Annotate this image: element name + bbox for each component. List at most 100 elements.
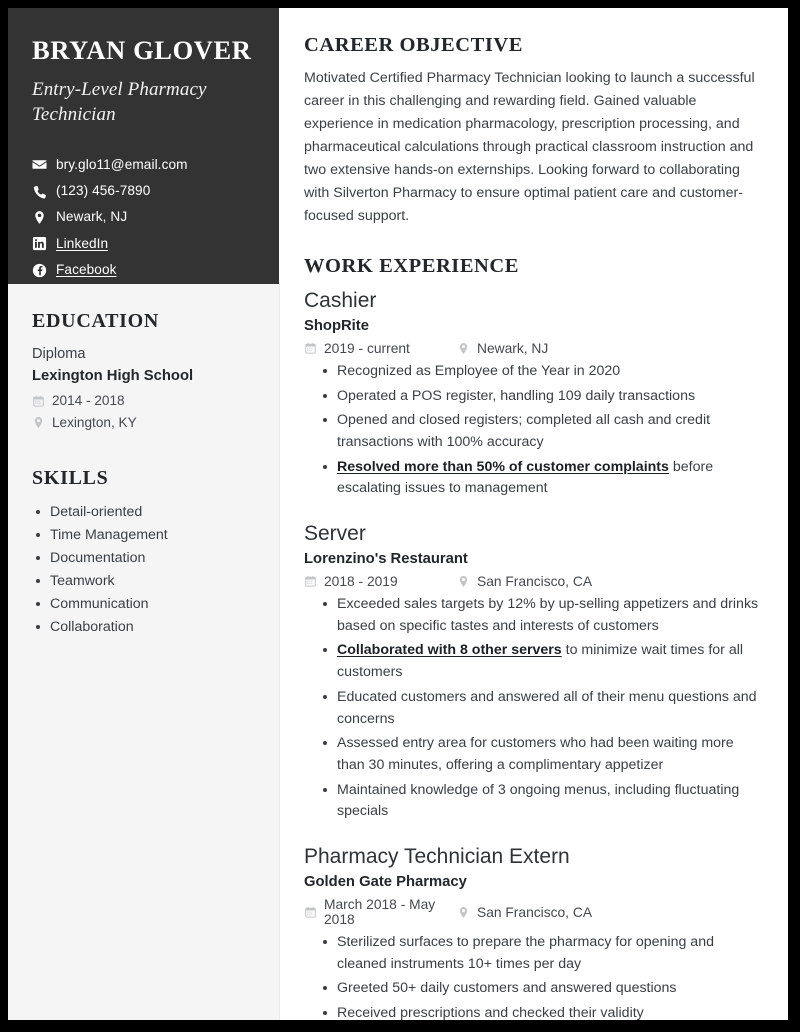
education-degree: Diploma <box>32 346 86 362</box>
education-dates: 2014 - 2018 <box>52 393 125 409</box>
job-meta: March 2018 - May 2018 San Francisco, CA <box>304 897 762 927</box>
contact-item-phone[interactable]: (123) 456-7890 <box>32 182 255 200</box>
skill-item: Detail-oriented <box>32 501 255 524</box>
sidebar-header: BRYAN GLOVER Entry-Level Pharmacy Techni… <box>8 8 279 284</box>
bullet-text: Recognized as Employee of the Year in 20… <box>337 362 621 379</box>
contact-item-linkedin[interactable]: LinkedIn <box>32 235 255 253</box>
bullet-text: Educated customers and answered all of t… <box>337 688 757 727</box>
calendar-icon <box>304 575 317 588</box>
phone-icon <box>32 184 47 199</box>
contact-list: bry.glo11@email.com (123) 456-7890 Newar… <box>32 156 255 280</box>
job-entry: Cashier ShopRite 2019 - current Newark, NJ R… <box>304 288 762 500</box>
contact-email-text: bry.glo11@email.com <box>56 156 188 172</box>
bullet-text: Operated a POS register, handling 109 da… <box>337 387 696 404</box>
job-dates: 2018 - 2019 <box>324 574 398 589</box>
skill-item: Teamwork <box>32 570 255 593</box>
job-dates: March 2018 - May 2018 <box>324 897 436 928</box>
bullet-text: Sterilized surfaces to prepare the pharm… <box>337 934 714 972</box>
skills-list: Detail-oriented Time Management Documentat… <box>32 501 255 639</box>
job-location: Newark, NJ <box>477 340 549 356</box>
bullet-text: Opened and closed registers; completed a… <box>337 412 711 450</box>
job-bullet: Educated customers and answered all of t… <box>304 687 762 730</box>
job-entry: Server Lorenzino's Restaurant 2018 - 2019 S… <box>304 521 762 823</box>
page-canvas: BRYAN GLOVER Entry-Level Pharmacy Techni… <box>0 0 800 1032</box>
job-bullet: Sterilized surfaces to prepare the pharm… <box>304 932 762 975</box>
resume-document: BRYAN GLOVER Entry-Level Pharmacy Techni… <box>8 8 788 1020</box>
location-pin-icon <box>457 906 470 919</box>
job-bullet: Exceeded sales targets by 12% by up-sell… <box>304 594 762 637</box>
linkedin-icon <box>32 236 47 251</box>
sidebar: BRYAN GLOVER Entry-Level Pharmacy Techni… <box>8 8 279 1020</box>
job-company: Golden Gate Pharmacy <box>304 874 467 891</box>
job-location: San Francisco, CA <box>477 904 593 920</box>
job-company: ShopRite <box>304 317 369 334</box>
job-bullet-list: Recognized as Employee of the Year in 20… <box>304 361 762 500</box>
bullet-text: Greeted 50+ daily customers and answered… <box>337 980 677 997</box>
calendar-icon <box>32 395 45 408</box>
candidate-name: BRYAN GLOVER <box>32 35 252 65</box>
job-dates-group: March 2018 - May 2018 <box>304 897 457 927</box>
skills-heading: SKILLS <box>32 466 109 489</box>
education-section: EDUCATION Diploma Lexington High School … <box>32 310 255 433</box>
skill-item: Communication <box>32 593 255 616</box>
bullet-text: Assessed entry area for customers who ha… <box>337 735 734 774</box>
job-meta: 2018 - 2019 San Francisco, CA <box>304 574 762 589</box>
job-title: Cashier <box>304 289 377 312</box>
education-school: Lexington High School <box>32 368 194 385</box>
contact-phone-text: (123) 456-7890 <box>56 182 151 198</box>
location-pin-icon <box>32 416 45 429</box>
job-bullet: Assessed entry area for customers who ha… <box>304 733 762 776</box>
candidate-tagline: Entry-Level Pharmacy Technician <box>32 78 207 126</box>
contact-item-facebook[interactable]: Facebook <box>32 261 255 279</box>
job-company: Lorenzino's Restaurant <box>304 551 468 568</box>
job-location-group: San Francisco, CA <box>457 905 592 920</box>
career-objective-heading: CAREER OBJECTIVE <box>304 34 523 56</box>
job-dates-group: 2019 - current <box>304 341 457 356</box>
job-entry: Pharmacy Technician Extern Golden Gate Ph… <box>304 844 762 1020</box>
bullet-text: Maintained knowledge of 3 ongoing menus,… <box>337 781 740 820</box>
education-dates-row: 2014 - 2018 <box>32 391 255 411</box>
bullet-highlight: Resolved more than 50% of customer compl… <box>337 458 669 475</box>
job-bullet: Greeted 50+ daily customers and answered… <box>304 978 762 1000</box>
job-bullet: Operated a POS register, handling 109 da… <box>304 386 762 408</box>
bullet-highlight: Collaborated with 8 other servers <box>337 642 562 659</box>
work-experience-section: WORK EXPERIENCE Cashier ShopRite 2019 - cu… <box>304 255 762 1020</box>
main-column: CAREER OBJECTIVE Motivated Certified Pha… <box>279 8 788 1020</box>
calendar-icon <box>304 906 317 919</box>
career-objective-text: Motivated Certified Pharmacy Technician … <box>304 70 755 224</box>
bullet-text: Exceeded sales targets by 12% by up-sell… <box>337 596 759 634</box>
contact-item-email[interactable]: bry.glo11@email.com <box>32 156 255 174</box>
career-objective-section: CAREER OBJECTIVE Motivated Certified Pha… <box>304 34 762 228</box>
job-location-group: Newark, NJ <box>457 341 548 356</box>
skill-item: Time Management <box>32 524 255 547</box>
job-bullet: Received prescriptions and checked their… <box>304 1003 762 1020</box>
contact-item-location: Newark, NJ <box>32 208 255 226</box>
column-divider <box>279 284 280 1020</box>
location-pin-icon <box>457 575 470 588</box>
job-bullet: Opened and closed registers; completed a… <box>304 410 762 453</box>
skills-section: SKILLS Detail-oriented Time Management Doc… <box>32 467 255 639</box>
job-title: Pharmacy Technician Extern <box>304 845 570 869</box>
contact-location-text: Newark, NJ <box>56 209 128 225</box>
education-heading: EDUCATION <box>32 310 160 332</box>
education-location: Lexington, KY <box>52 414 137 430</box>
job-dates-group: 2018 - 2019 <box>304 574 457 589</box>
work-experience-heading: WORK EXPERIENCE <box>304 255 519 277</box>
contact-facebook-text: Facebook <box>56 261 117 277</box>
envelope-icon <box>32 157 47 172</box>
location-pin-icon <box>457 342 470 355</box>
job-dates: 2019 - current <box>324 340 410 356</box>
skill-item: Collaboration <box>32 616 255 639</box>
job-bullet-list: Exceeded sales targets by 12% by up-sell… <box>304 594 762 823</box>
contact-linkedin-text: LinkedIn <box>56 235 109 251</box>
skill-item: Documentation <box>32 547 255 570</box>
job-meta: 2019 - current Newark, NJ <box>304 341 762 356</box>
sidebar-body: EDUCATION Diploma Lexington High School … <box>8 284 279 659</box>
job-location-group: San Francisco, CA <box>457 574 592 589</box>
job-bullet: Resolved more than 50% of customer compl… <box>304 457 762 500</box>
bullet-text: Received prescriptions and checked their… <box>337 1005 644 1020</box>
job-location: San Francisco, CA <box>477 574 593 589</box>
calendar-icon <box>304 342 317 355</box>
facebook-icon <box>32 263 47 278</box>
job-bullet: Maintained knowledge of 3 ongoing menus,… <box>304 780 762 823</box>
